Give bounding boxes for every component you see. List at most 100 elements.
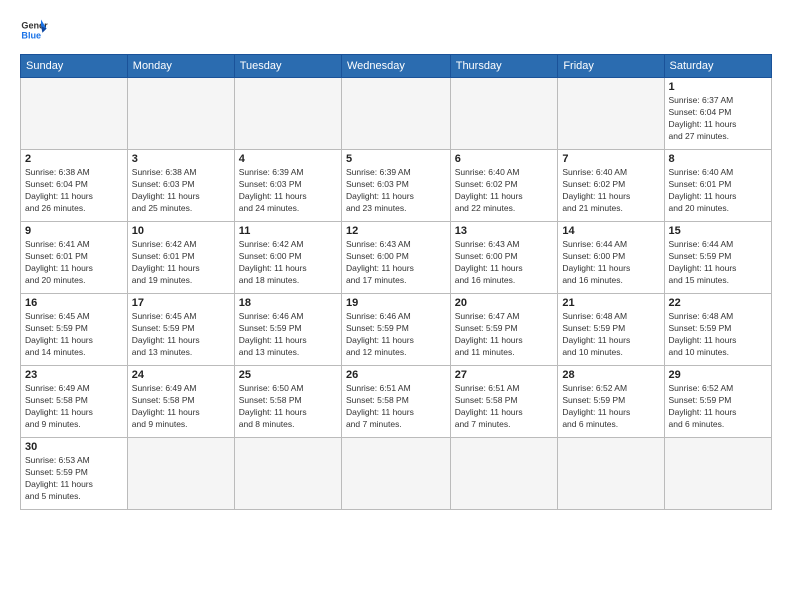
logo-icon: General Blue [20,16,48,44]
svg-text:Blue: Blue [21,30,41,40]
calendar-cell: 11 Sunrise: 6:42 AM Sunset: 6:00 PM Dayli… [234,222,341,294]
day-info: Sunrise: 6:44 AM Sunset: 6:00 PM Dayligh… [562,239,659,287]
day-number: 19 [346,297,446,309]
calendar-cell: 24 Sunrise: 6:49 AM Sunset: 5:58 PM Dayli… [127,366,234,438]
calendar-cell: 30 Sunrise: 6:53 AM Sunset: 5:59 PM Dayli… [21,438,128,510]
weekday-header-friday: Friday [558,55,664,78]
day-number: 28 [562,369,659,381]
day-number: 14 [562,225,659,237]
day-info: Sunrise: 6:42 AM Sunset: 6:00 PM Dayligh… [239,239,337,287]
calendar-cell [664,438,771,510]
week-row-6: 30 Sunrise: 6:53 AM Sunset: 5:59 PM Dayli… [21,438,772,510]
day-number: 4 [239,153,337,165]
calendar-cell: 10Sunrise: 6:42 AM Sunset: 6:01 PM Dayli… [127,222,234,294]
day-info: Sunrise: 6:41 AM Sunset: 6:01 PM Dayligh… [25,239,123,287]
day-number: 18 [239,297,337,309]
weekday-header-sunday: Sunday [21,55,128,78]
day-info: Sunrise: 6:50 AM Sunset: 5:58 PM Dayligh… [239,383,337,431]
calendar-cell: 15Sunrise: 6:44 AM Sunset: 5:59 PM Dayli… [664,222,771,294]
day-number: 13 [455,225,554,237]
day-number: 27 [455,369,554,381]
calendar-cell: 22 Sunrise: 6:48 AM Sunset: 5:59 PM Dayli… [664,294,771,366]
day-info: Sunrise: 6:40 AM Sunset: 6:02 PM Dayligh… [455,167,554,215]
weekday-header-thursday: Thursday [450,55,558,78]
day-info: Sunrise: 6:37 AM Sunset: 6:04 PM Dayligh… [669,95,767,143]
day-number: 9 [25,225,123,237]
day-info: Sunrise: 6:49 AM Sunset: 5:58 PM Dayligh… [25,383,123,431]
calendar-cell: 13Sunrise: 6:43 AM Sunset: 6:00 PM Dayli… [450,222,558,294]
calendar-cell [127,78,234,150]
week-row-5: 23 Sunrise: 6:49 AM Sunset: 5:58 PM Dayli… [21,366,772,438]
week-row-3: 9 Sunrise: 6:41 AM Sunset: 6:01 PM Daylig… [21,222,772,294]
day-info: Sunrise: 6:49 AM Sunset: 5:58 PM Dayligh… [132,383,230,431]
calendar-cell: 6 Sunrise: 6:40 AM Sunset: 6:02 PM Daylig… [450,150,558,222]
calendar-cell: 17Sunrise: 6:45 AM Sunset: 5:59 PM Dayli… [127,294,234,366]
day-number: 2 [25,153,123,165]
weekday-header-saturday: Saturday [664,55,771,78]
calendar-cell: 26 Sunrise: 6:51 AM Sunset: 5:58 PM Dayli… [341,366,450,438]
week-row-1: 1 Sunrise: 6:37 AM Sunset: 6:04 PM Daylig… [21,78,772,150]
week-row-2: 2 Sunrise: 6:38 AM Sunset: 6:04 PM Daylig… [21,150,772,222]
day-info: Sunrise: 6:38 AM Sunset: 6:04 PM Dayligh… [25,167,123,215]
calendar-cell: 25Sunrise: 6:50 AM Sunset: 5:58 PM Dayli… [234,366,341,438]
day-number: 29 [669,369,767,381]
day-info: Sunrise: 6:47 AM Sunset: 5:59 PM Dayligh… [455,311,554,359]
day-number: 21 [562,297,659,309]
calendar-cell: 9 Sunrise: 6:41 AM Sunset: 6:01 PM Daylig… [21,222,128,294]
calendar-cell [450,438,558,510]
day-number: 23 [25,369,123,381]
calendar-cell: 18 Sunrise: 6:46 AM Sunset: 5:59 PM Dayli… [234,294,341,366]
day-number: 16 [25,297,123,309]
day-info: Sunrise: 6:38 AM Sunset: 6:03 PM Dayligh… [132,167,230,215]
day-info: Sunrise: 6:48 AM Sunset: 5:59 PM Dayligh… [562,311,659,359]
day-info: Sunrise: 6:39 AM Sunset: 6:03 PM Dayligh… [239,167,337,215]
day-info: Sunrise: 6:43 AM Sunset: 6:00 PM Dayligh… [346,239,446,287]
day-info: Sunrise: 6:45 AM Sunset: 5:59 PM Dayligh… [132,311,230,359]
day-info: Sunrise: 6:53 AM Sunset: 5:59 PM Dayligh… [25,455,123,503]
day-number: 5 [346,153,446,165]
day-number: 1 [669,81,767,93]
week-row-4: 16 Sunrise: 6:45 AM Sunset: 5:59 PM Dayli… [21,294,772,366]
day-info: Sunrise: 6:45 AM Sunset: 5:59 PM Dayligh… [25,311,123,359]
calendar-cell: 27Sunrise: 6:51 AM Sunset: 5:58 PM Dayli… [450,366,558,438]
calendar-cell: 23 Sunrise: 6:49 AM Sunset: 5:58 PM Dayli… [21,366,128,438]
calendar-cell: 12 Sunrise: 6:43 AM Sunset: 6:00 PM Dayli… [341,222,450,294]
weekday-header-row: SundayMondayTuesdayWednesdayThursdayFrid… [21,55,772,78]
day-info: Sunrise: 6:48 AM Sunset: 5:59 PM Dayligh… [669,311,767,359]
calendar-cell: 19 Sunrise: 6:46 AM Sunset: 5:59 PM Dayli… [341,294,450,366]
day-info: Sunrise: 6:51 AM Sunset: 5:58 PM Dayligh… [346,383,446,431]
day-number: 7 [562,153,659,165]
calendar-cell: 2 Sunrise: 6:38 AM Sunset: 6:04 PM Daylig… [21,150,128,222]
day-info: Sunrise: 6:40 AM Sunset: 6:02 PM Dayligh… [562,167,659,215]
day-info: Sunrise: 6:52 AM Sunset: 5:59 PM Dayligh… [562,383,659,431]
calendar-cell: 28 Sunrise: 6:52 AM Sunset: 5:59 PM Dayli… [558,366,664,438]
day-info: Sunrise: 6:52 AM Sunset: 5:59 PM Dayligh… [669,383,767,431]
day-number: 8 [669,153,767,165]
day-number: 15 [669,225,767,237]
weekday-header-wednesday: Wednesday [341,55,450,78]
weekday-header-tuesday: Tuesday [234,55,341,78]
calendar-cell: 29 Sunrise: 6:52 AM Sunset: 5:59 PM Dayli… [664,366,771,438]
calendar-cell [341,78,450,150]
calendar-table: SundayMondayTuesdayWednesdayThursdayFrid… [20,54,772,510]
calendar-cell: 5 Sunrise: 6:39 AM Sunset: 6:03 PM Daylig… [341,150,450,222]
day-number: 6 [455,153,554,165]
day-info: Sunrise: 6:39 AM Sunset: 6:03 PM Dayligh… [346,167,446,215]
day-info: Sunrise: 6:40 AM Sunset: 6:01 PM Dayligh… [669,167,767,215]
day-number: 11 [239,225,337,237]
calendar-cell: 14 Sunrise: 6:44 AM Sunset: 6:00 PM Dayli… [558,222,664,294]
day-number: 22 [669,297,767,309]
header: General Blue [20,16,772,44]
day-info: Sunrise: 6:42 AM Sunset: 6:01 PM Dayligh… [132,239,230,287]
calendar-cell: 8 Sunrise: 6:40 AM Sunset: 6:01 PM Daylig… [664,150,771,222]
calendar-cell [341,438,450,510]
calendar-cell [21,78,128,150]
day-info: Sunrise: 6:46 AM Sunset: 5:59 PM Dayligh… [346,311,446,359]
page: General Blue SundayMondayTuesdayWednesda… [0,0,792,612]
calendar-cell: 16 Sunrise: 6:45 AM Sunset: 5:59 PM Dayli… [21,294,128,366]
day-number: 12 [346,225,446,237]
day-number: 24 [132,369,230,381]
day-info: Sunrise: 6:46 AM Sunset: 5:59 PM Dayligh… [239,311,337,359]
day-number: 26 [346,369,446,381]
day-number: 30 [25,441,123,453]
